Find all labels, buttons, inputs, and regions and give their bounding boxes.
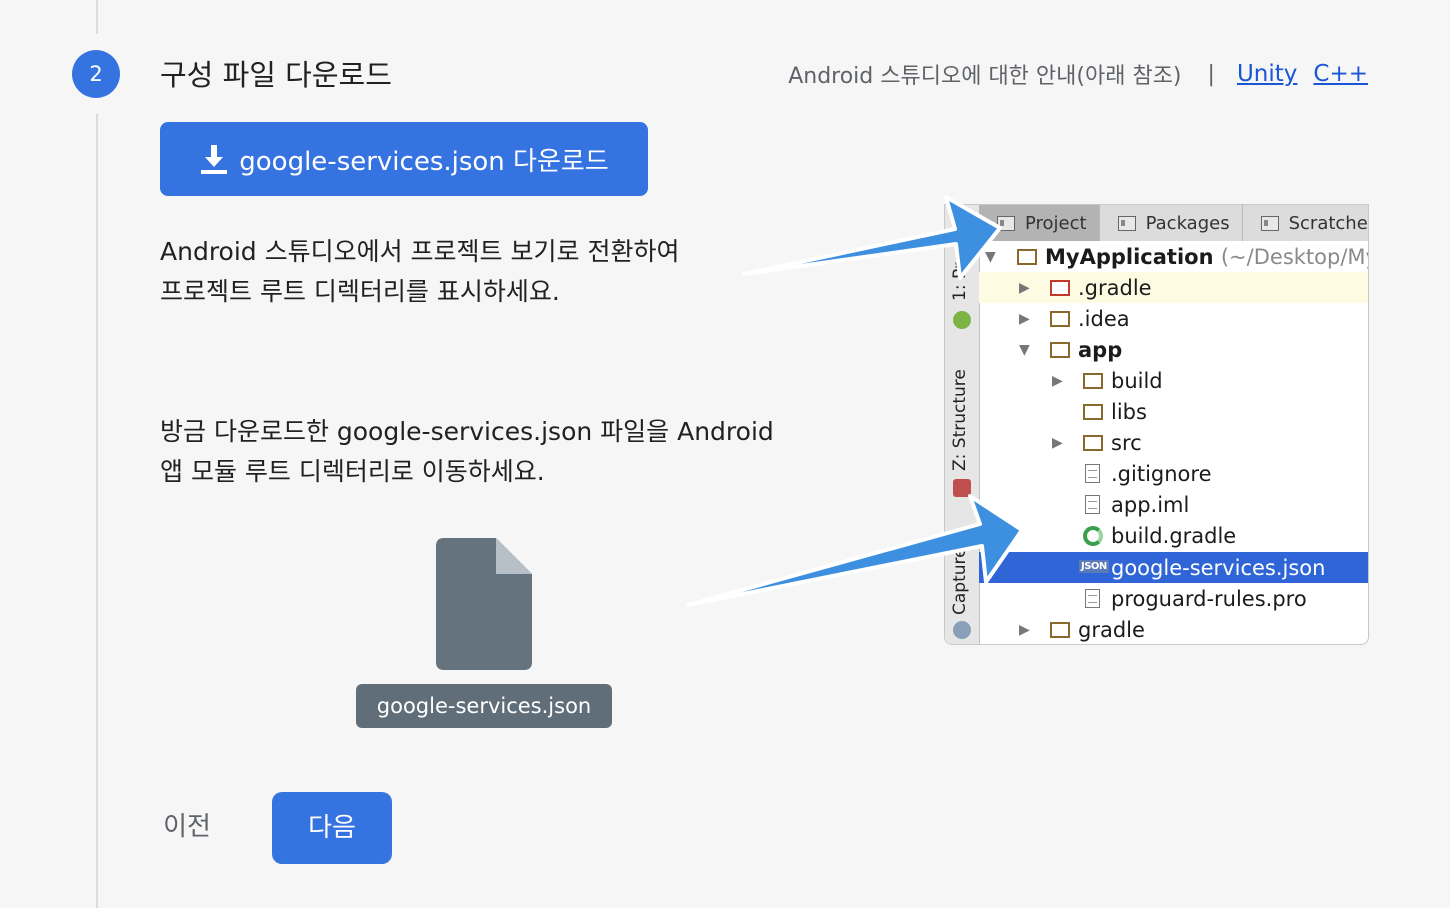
tree-row-gitignore[interactable]: .gitignore [979, 458, 1368, 489]
android-icon [953, 311, 971, 329]
collapsed-arrow-icon[interactable]: ▶ [1052, 373, 1063, 389]
unity-link[interactable]: Unity [1237, 61, 1297, 87]
android-studio-project-panel: 1: Project Z: Structure Captures Project… [944, 204, 1369, 645]
scratches-view-icon [1260, 215, 1279, 231]
side-tab-captures[interactable]: Captures [950, 551, 970, 615]
download-icon [201, 145, 228, 174]
tree-label-text: MyApplication [1045, 244, 1214, 269]
folder-icon [1083, 373, 1103, 389]
platform-guide: Android 스튜디오에 대한 안내(아래 참조) | Unity C++ [788, 58, 1368, 90]
tree-row-idea[interactable]: ▶ .idea [979, 303, 1368, 334]
tree-label: .idea [1078, 306, 1130, 331]
tree-label: .gradle [1078, 275, 1152, 300]
tree-label: build.gradle [1111, 523, 1237, 548]
text-file-icon [1085, 589, 1100, 608]
instruction-switch-view: Android 스튜디오에서 프로젝트 보기로 전환하여 프로젝트 루트 디렉터… [160, 237, 680, 306]
instruction-move-file: 방금 다운로드한 google-services.json 파일을 Androi… [160, 417, 774, 486]
tree-row-src[interactable]: ▶ src [979, 427, 1368, 458]
download-button-label: google-services.json 다운로드 [239, 146, 609, 177]
expand-arrow-icon[interactable]: ▼ [1019, 342, 1030, 358]
stepper-line-top [96, 0, 98, 34]
module-folder-icon [1017, 249, 1037, 265]
side-tab-structure[interactable]: Z: Structure [950, 369, 970, 471]
tree-row-app-iml[interactable]: app.iml [979, 489, 1368, 520]
tree-row-gradle-cache[interactable]: ▶ .gradle [979, 272, 1368, 303]
tab-project-label: Project [1025, 212, 1087, 234]
ide-tab-bar: Project Packages Scratches [979, 205, 1368, 241]
tree-label: .gitignore [1111, 461, 1212, 486]
tree-label: app.iml [1111, 492, 1190, 517]
collapsed-arrow-icon[interactable]: ▶ [1019, 280, 1030, 296]
collapsed-arrow-icon[interactable]: ▶ [1052, 435, 1063, 451]
tree-label: app [1078, 337, 1123, 362]
tree-path: (~/Desktop/MyApplication) [1220, 244, 1368, 269]
prev-button[interactable]: 이전 [148, 796, 226, 858]
tab-project[interactable]: Project [979, 205, 1100, 241]
gradle-icon [1083, 526, 1103, 546]
folder-icon [1050, 622, 1070, 638]
tree-label: libs [1111, 399, 1147, 424]
next-button[interactable]: 다음 [272, 792, 392, 864]
side-tab-project[interactable]: 1: Project [950, 257, 970, 301]
tree-label: build [1111, 368, 1163, 393]
tree-row-gradle[interactable]: ▶ gradle [979, 614, 1368, 644]
structure-icon [953, 479, 971, 497]
packages-view-icon [1117, 215, 1136, 231]
stepper-line-bottom [96, 114, 98, 908]
collapsed-arrow-icon[interactable]: ▶ [1019, 311, 1030, 327]
download-config-button[interactable]: google-services.json 다운로드 [160, 122, 648, 196]
tree-label: proguard-rules.pro [1111, 586, 1307, 611]
tree-row-libs[interactable]: libs [979, 396, 1368, 427]
project-tree: ▼ MyApplication (~/Desktop/MyApplication… [979, 241, 1368, 644]
guide-separator: | [1207, 61, 1215, 87]
expand-arrow-icon[interactable]: ▼ [985, 249, 996, 265]
module-folder-icon [1050, 342, 1070, 358]
tab-scratches-label: Scratches [1288, 212, 1369, 234]
step-number-badge: 2 [72, 50, 120, 98]
tree-label: src [1111, 430, 1142, 455]
folder-icon [1083, 404, 1103, 420]
json-file-icon: JSON [1079, 560, 1109, 573]
iml-file-icon [1085, 495, 1100, 514]
tree-label: MyApplication (~/Desktop/MyApplication) [1045, 244, 1368, 269]
tree-row-proguard[interactable]: proguard-rules.pro [979, 583, 1368, 614]
tree-row-google-services-json[interactable]: JSON google-services.json [979, 552, 1368, 583]
tree-row-build[interactable]: ▶ build [979, 365, 1368, 396]
ide-side-toolbar: 1: Project Z: Structure Captures [945, 205, 980, 644]
collapsed-arrow-icon[interactable]: ▶ [1019, 622, 1030, 638]
folder-icon [1050, 280, 1070, 296]
text-file-icon [1085, 464, 1100, 483]
cpp-link[interactable]: C++ [1313, 61, 1368, 87]
tree-row-app[interactable]: ▼ app [979, 334, 1368, 365]
tree-row-myapplication[interactable]: ▼ MyApplication (~/Desktop/MyApplication… [979, 241, 1368, 272]
tree-label: google-services.json [1111, 555, 1326, 580]
project-view-icon [997, 215, 1015, 231]
captures-icon [953, 621, 971, 639]
file-name-chip[interactable]: google-services.json [356, 684, 612, 728]
tree-row-build-gradle[interactable]: build.gradle [979, 520, 1368, 551]
tab-scratches[interactable]: Scratches [1243, 205, 1369, 241]
folder-icon [1083, 435, 1103, 451]
tab-packages[interactable]: Packages [1100, 205, 1243, 241]
tab-packages-label: Packages [1145, 212, 1230, 234]
step-title: 구성 파일 다운로드 [160, 58, 392, 92]
file-icon[interactable] [436, 538, 532, 670]
tree-label: gradle [1078, 617, 1145, 642]
guide-text: Android 스튜디오에 대한 안내(아래 참조) [788, 64, 1182, 89]
folder-icon [1050, 311, 1070, 327]
